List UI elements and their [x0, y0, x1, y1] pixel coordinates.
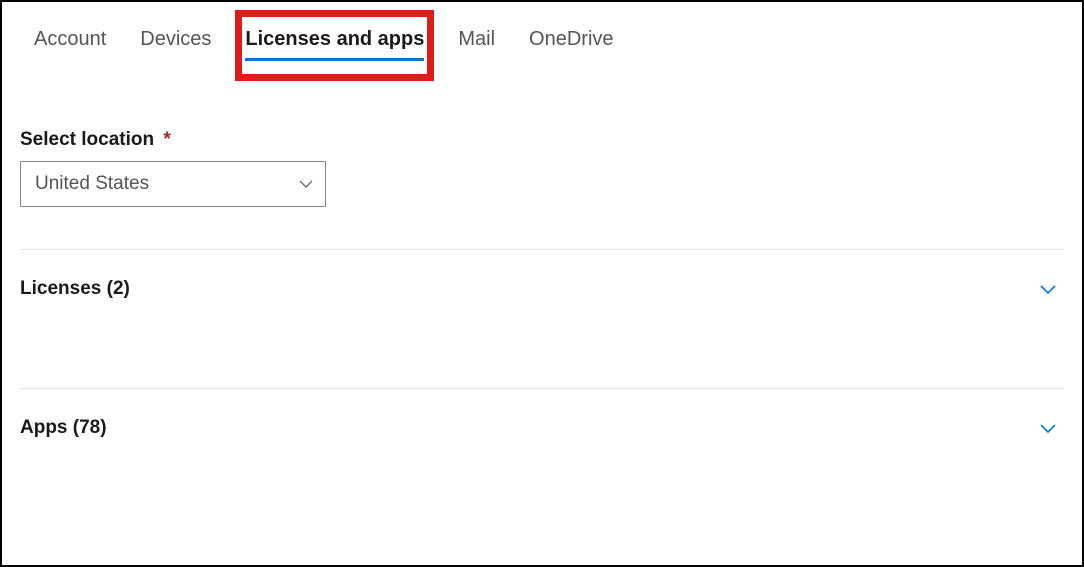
tab-devices[interactable]: Devices — [140, 22, 211, 60]
apps-section[interactable]: Apps (78) — [20, 389, 1064, 467]
location-label-text: Select location — [20, 129, 154, 150]
chevron-down-icon — [1038, 279, 1058, 299]
tab-licenses-label: Licenses and apps — [245, 28, 424, 50]
required-asterisk: * — [163, 129, 170, 150]
licenses-section-title: Licenses (2) — [20, 278, 130, 300]
chevron-down-icon — [299, 177, 313, 191]
licenses-section[interactable]: Licenses (2) — [20, 250, 1064, 328]
location-label: Select location * — [20, 129, 1064, 151]
location-field: Select location * United States — [20, 129, 1064, 207]
licenses-count: 2 — [113, 278, 124, 299]
tab-licenses-and-apps[interactable]: Licenses and apps — [245, 22, 424, 69]
apps-label: Apps — [20, 417, 68, 438]
tab-mail[interactable]: Mail — [458, 22, 495, 60]
tab-onedrive[interactable]: OneDrive — [529, 22, 613, 60]
apps-count: 78 — [79, 417, 100, 438]
location-selected-value: United States — [35, 173, 149, 195]
panel-root: Account Devices Licenses and apps Mail O… — [2, 2, 1082, 467]
apps-section-title: Apps (78) — [20, 417, 107, 439]
tab-account[interactable]: Account — [34, 22, 106, 60]
tab-bar: Account Devices Licenses and apps Mail O… — [20, 22, 1064, 69]
location-select[interactable]: United States — [20, 161, 326, 207]
licenses-label: Licenses — [20, 278, 101, 299]
chevron-down-icon — [1038, 418, 1058, 438]
licenses-body-collapsed — [20, 328, 1064, 388]
